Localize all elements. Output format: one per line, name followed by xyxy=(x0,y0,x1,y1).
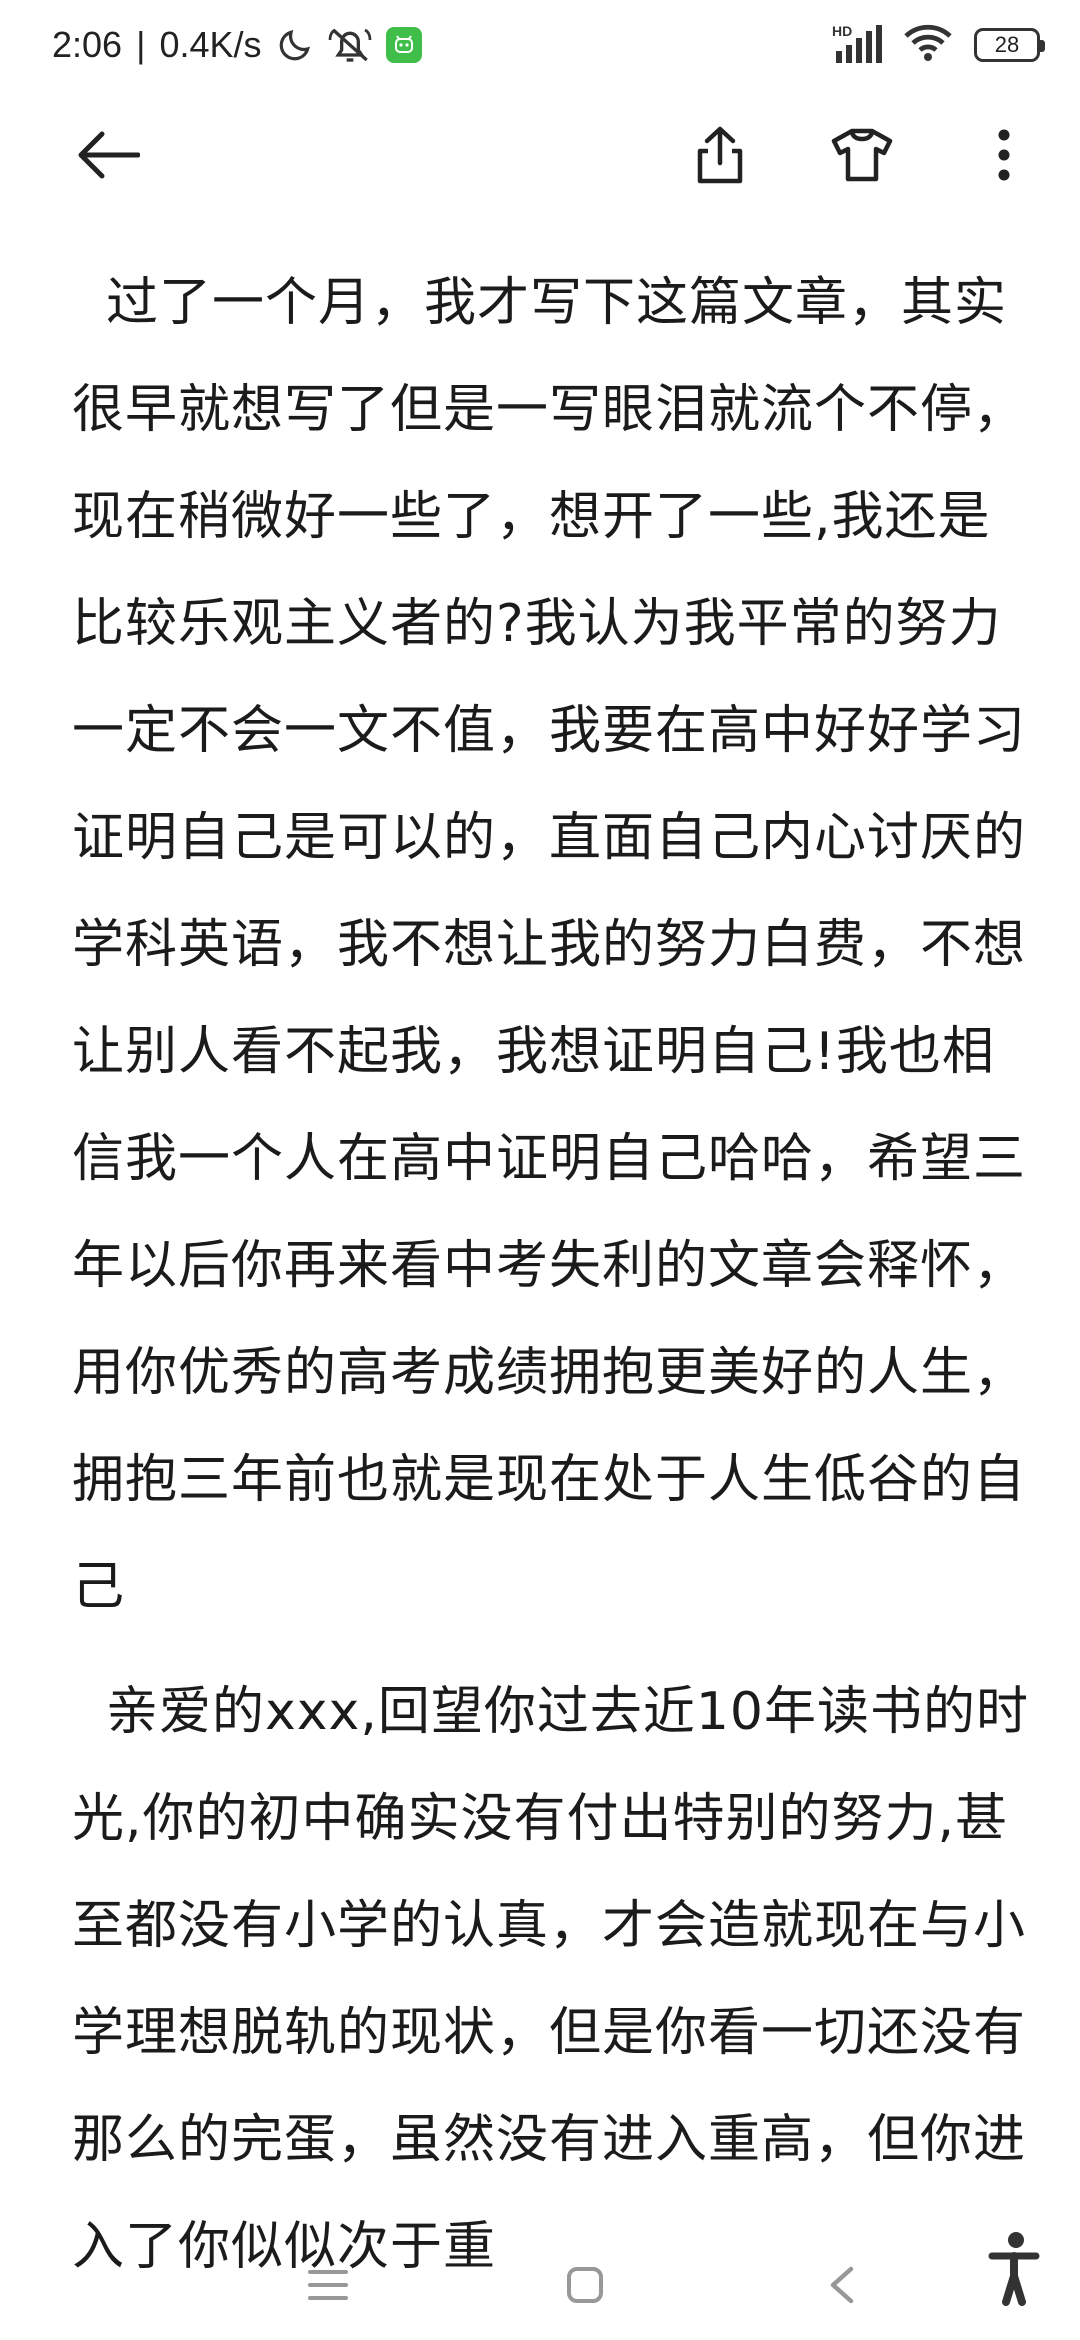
share-button[interactable] xyxy=(688,123,752,187)
status-separator: | xyxy=(136,24,146,65)
back-button[interactable] xyxy=(76,123,140,187)
reader-toolbar xyxy=(0,100,1080,210)
screen: 2:06 | 0.4K/s HD 28 过了一个月，我才写下这篇文章，其实很早就… xyxy=(0,0,1080,2340)
back-chevron-icon xyxy=(830,2266,853,2304)
status-bar: 2:06 | 0.4K/s HD 28 xyxy=(0,0,1080,90)
system-nav-bar xyxy=(0,2230,1080,2340)
network-speed: 0.4K/s xyxy=(159,24,262,65)
app-badge-icon xyxy=(385,27,422,63)
battery-level: 28 xyxy=(994,32,1020,57)
accessibility-icon xyxy=(988,2232,1040,2306)
moon-icon xyxy=(276,26,314,64)
notifications-muted-icon xyxy=(328,25,372,65)
recents-button[interactable] xyxy=(293,2250,363,2320)
theme-button[interactable] xyxy=(830,123,894,187)
nav-back-button[interactable] xyxy=(807,2250,877,2320)
theme-shirt-icon xyxy=(831,128,893,182)
back-arrow-icon xyxy=(78,131,140,179)
status-right: HD 28 xyxy=(832,23,1045,67)
more-vertical-icon xyxy=(998,129,1010,181)
home-square-icon xyxy=(566,2267,603,2303)
article-paragraph: 过了一个月，我才写下这篇文章，其实很早就想写了但是一写眼泪就流个不停，现在稍微好… xyxy=(72,273,1027,1617)
wifi-icon xyxy=(904,24,952,67)
article-body: 过了一个月，我才写下这篇文章，其实很早就想写了但是一写眼泪就流个不停，现在稍微好… xyxy=(72,250,1036,2301)
home-button[interactable] xyxy=(550,2250,620,2320)
signal-icon: HD xyxy=(832,23,882,65)
battery-icon: 28 xyxy=(974,28,1045,62)
status-time: 2:06 xyxy=(52,24,123,65)
toolbar-actions xyxy=(688,123,1036,187)
share-icon xyxy=(697,126,743,184)
status-left: 2:06 | 0.4K/s xyxy=(52,24,422,66)
accessibility-button[interactable] xyxy=(970,2226,1054,2310)
menu-icon xyxy=(308,2270,349,2300)
article-paragraph: 亲爱的xxx,回望你过去近10年读书的时光,你的初中确实没有付出特别的努力,甚至… xyxy=(72,1682,1030,2277)
more-button[interactable] xyxy=(972,123,1036,187)
